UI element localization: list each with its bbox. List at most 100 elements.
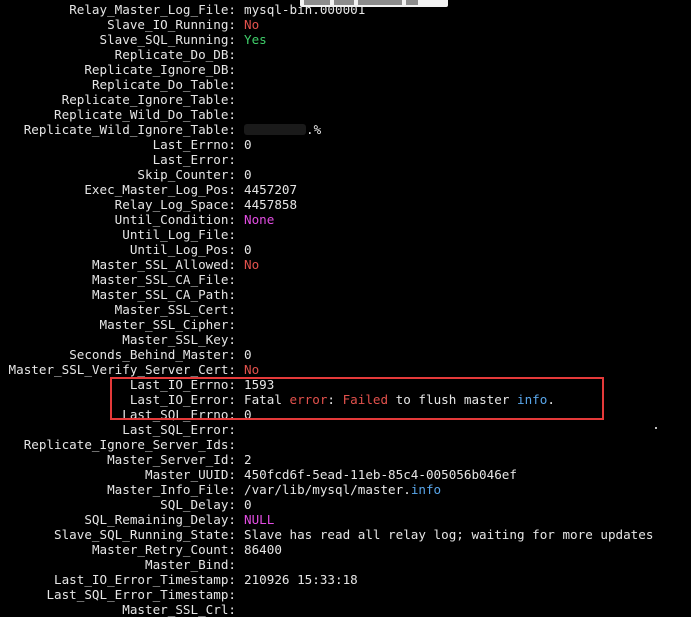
mouse-cursor bbox=[655, 427, 657, 429]
field-name: Seconds_Behind_Master: bbox=[69, 347, 236, 362]
terminal-line: Replicate_Ignore_Table: bbox=[0, 92, 691, 107]
value-segment: : bbox=[327, 392, 343, 407]
value-segment: Failed bbox=[342, 392, 389, 407]
terminal-line: Exec_Master_Log_Pos: 4457207 bbox=[0, 182, 691, 197]
terminal-line: Seconds_Behind_Master: 0 bbox=[0, 347, 691, 362]
field-value: 450fcd6f-5ead-11eb-85c4-005056b046ef bbox=[244, 467, 517, 482]
value-segment: 2 bbox=[244, 452, 252, 467]
field-value: 1593 bbox=[244, 377, 274, 392]
terminal-line: Master_SSL_CA_Path: bbox=[0, 287, 691, 302]
terminal-line: Master_SSL_Allowed: No bbox=[0, 257, 691, 272]
field-name: Until_Log_File: bbox=[122, 227, 236, 242]
field-name: Last_IO_Error_Timestamp: bbox=[54, 572, 236, 587]
field-value: 210926 15:33:18 bbox=[244, 572, 358, 587]
terminal-line: Replicate_Wild_Ignore_Table:.% bbox=[0, 122, 691, 137]
field-name: Last_SQL_Error_Timestamp: bbox=[46, 587, 236, 602]
terminal-line: Until_Condition: None bbox=[0, 212, 691, 227]
terminal-line: Slave_SQL_Running_State: Slave has read a… bbox=[0, 527, 691, 542]
terminal-line: Last_IO_Errno: 1593 bbox=[0, 377, 691, 392]
field-name: Replicate_Do_DB: bbox=[114, 47, 236, 62]
terminal-line: Last_IO_Error_Timestamp: 210926 15:33:18 bbox=[0, 572, 691, 587]
terminal-line: Last_SQL_Error: bbox=[0, 422, 691, 437]
terminal-line: Replicate_Do_Table: bbox=[0, 77, 691, 92]
field-value: No bbox=[244, 257, 259, 272]
terminal-line: Until_Log_Pos: 0 bbox=[0, 242, 691, 257]
field-name: Last_Errno: bbox=[152, 137, 236, 152]
terminal-line: Last_Errno: 0 bbox=[0, 137, 691, 152]
field-value: /var/lib/mysql/master.info bbox=[244, 482, 441, 497]
field-name: Last_Error: bbox=[152, 152, 236, 167]
field-name: Slave_IO_Running: bbox=[107, 17, 236, 32]
terminal-line: Master_SSL_Cipher: bbox=[0, 317, 691, 332]
field-name: Last_IO_Errno: bbox=[129, 377, 236, 392]
value-segment: 0 bbox=[244, 242, 252, 257]
field-value: 0 bbox=[244, 242, 252, 257]
field-name: Exec_Master_Log_Pos: bbox=[84, 182, 236, 197]
value-segment: 86400 bbox=[244, 542, 282, 557]
value-segment: 0 bbox=[244, 497, 252, 512]
field-name: Last_SQL_Errno: bbox=[122, 407, 236, 422]
field-name: Replicate_Ignore_DB: bbox=[84, 62, 236, 77]
field-name: Until_Log_Pos: bbox=[129, 242, 236, 257]
field-name: Slave_SQL_Running_State: bbox=[54, 527, 236, 542]
value-segment: /var/lib/mysql/master. bbox=[244, 482, 411, 497]
field-name: Master_SSL_Cipher: bbox=[99, 317, 236, 332]
field-name: Replicate_Ignore_Server_Ids: bbox=[23, 437, 236, 452]
value-segment: None bbox=[244, 212, 275, 227]
field-name: Master_SSL_Cert: bbox=[114, 302, 236, 317]
field-name: Skip_Counter: bbox=[137, 167, 236, 182]
field-value: 0 bbox=[244, 407, 252, 422]
terminal-line: Until_Log_File: bbox=[0, 227, 691, 242]
value-segment: to flush master bbox=[388, 392, 517, 407]
value-segment: .% bbox=[306, 122, 322, 137]
terminal-line: Master_Retry_Count: 86400 bbox=[0, 542, 691, 557]
value-segment: No bbox=[244, 17, 260, 32]
field-value: 2 bbox=[244, 452, 252, 467]
terminal-line: Master_Info_File: /var/lib/mysql/master.i… bbox=[0, 482, 691, 497]
field-name: Replicate_Wild_Ignore_Table: bbox=[23, 122, 236, 137]
field-name: Last_SQL_Error: bbox=[122, 422, 236, 437]
terminal-line: Master_Bind: bbox=[0, 557, 691, 572]
value-segment: 4457207 bbox=[244, 182, 298, 197]
field-value: NULL bbox=[244, 512, 274, 527]
field-name: Master_SSL_CA_Path: bbox=[91, 287, 236, 302]
value-segment: 0 bbox=[244, 347, 252, 362]
terminal-line: Master_SSL_Cert: bbox=[0, 302, 691, 317]
field-name: Relay_Master_Log_File: bbox=[69, 2, 236, 17]
field-name: Master_Retry_Count: bbox=[91, 542, 236, 557]
value-segment: info bbox=[517, 392, 548, 407]
field-name: Relay_Log_Space: bbox=[114, 197, 236, 212]
field-value: 86400 bbox=[244, 542, 282, 557]
field-value: None bbox=[244, 212, 274, 227]
field-name: Replicate_Do_Table: bbox=[91, 77, 236, 92]
overlay-toolbar bbox=[300, 0, 448, 7]
value-segment: Yes bbox=[244, 32, 267, 47]
field-name: Master_SSL_CA_File: bbox=[91, 272, 236, 287]
field-value: 0 bbox=[244, 137, 252, 152]
terminal-line: Master_SSL_Key: bbox=[0, 332, 691, 347]
terminal-line: Last_SQL_Error_Timestamp: bbox=[0, 587, 691, 602]
value-segment: 1593 bbox=[244, 377, 275, 392]
field-name: SQL_Remaining_Delay: bbox=[84, 512, 236, 527]
field-name: SQL_Delay: bbox=[160, 497, 236, 512]
field-value: Slave has read all relay log; waiting fo… bbox=[244, 527, 653, 542]
field-value: 0 bbox=[244, 497, 252, 512]
terminal-line: Master_SSL_CA_File: bbox=[0, 272, 691, 287]
terminal-line: SQL_Remaining_Delay: NULL bbox=[0, 512, 691, 527]
field-value: .% bbox=[244, 122, 321, 137]
value-segment: 210926 15:33:18 bbox=[244, 572, 358, 587]
value-segment: 0 bbox=[244, 407, 252, 422]
redacted-mask bbox=[244, 124, 306, 135]
value-segment: No bbox=[244, 257, 260, 272]
terminal-line: Last_Error: bbox=[0, 152, 691, 167]
terminal-line: Master_SSL_Verify_Server_Cert: No bbox=[0, 362, 691, 377]
terminal-line: Replicate_Wild_Do_Table: bbox=[0, 107, 691, 122]
field-name: Slave_SQL_Running: bbox=[99, 32, 236, 47]
value-segment: NULL bbox=[244, 512, 275, 527]
field-value: 4457207 bbox=[244, 182, 297, 197]
field-value: Fatal error: Failed to flush master info… bbox=[244, 392, 555, 407]
value-segment: 0 bbox=[244, 167, 252, 182]
terminal-line: Master_UUID: 450fcd6f-5ead-11eb-85c4-0050… bbox=[0, 467, 691, 482]
value-segment: 4457858 bbox=[244, 197, 298, 212]
terminal-line: Replicate_Ignore_Server_Ids: bbox=[0, 437, 691, 452]
